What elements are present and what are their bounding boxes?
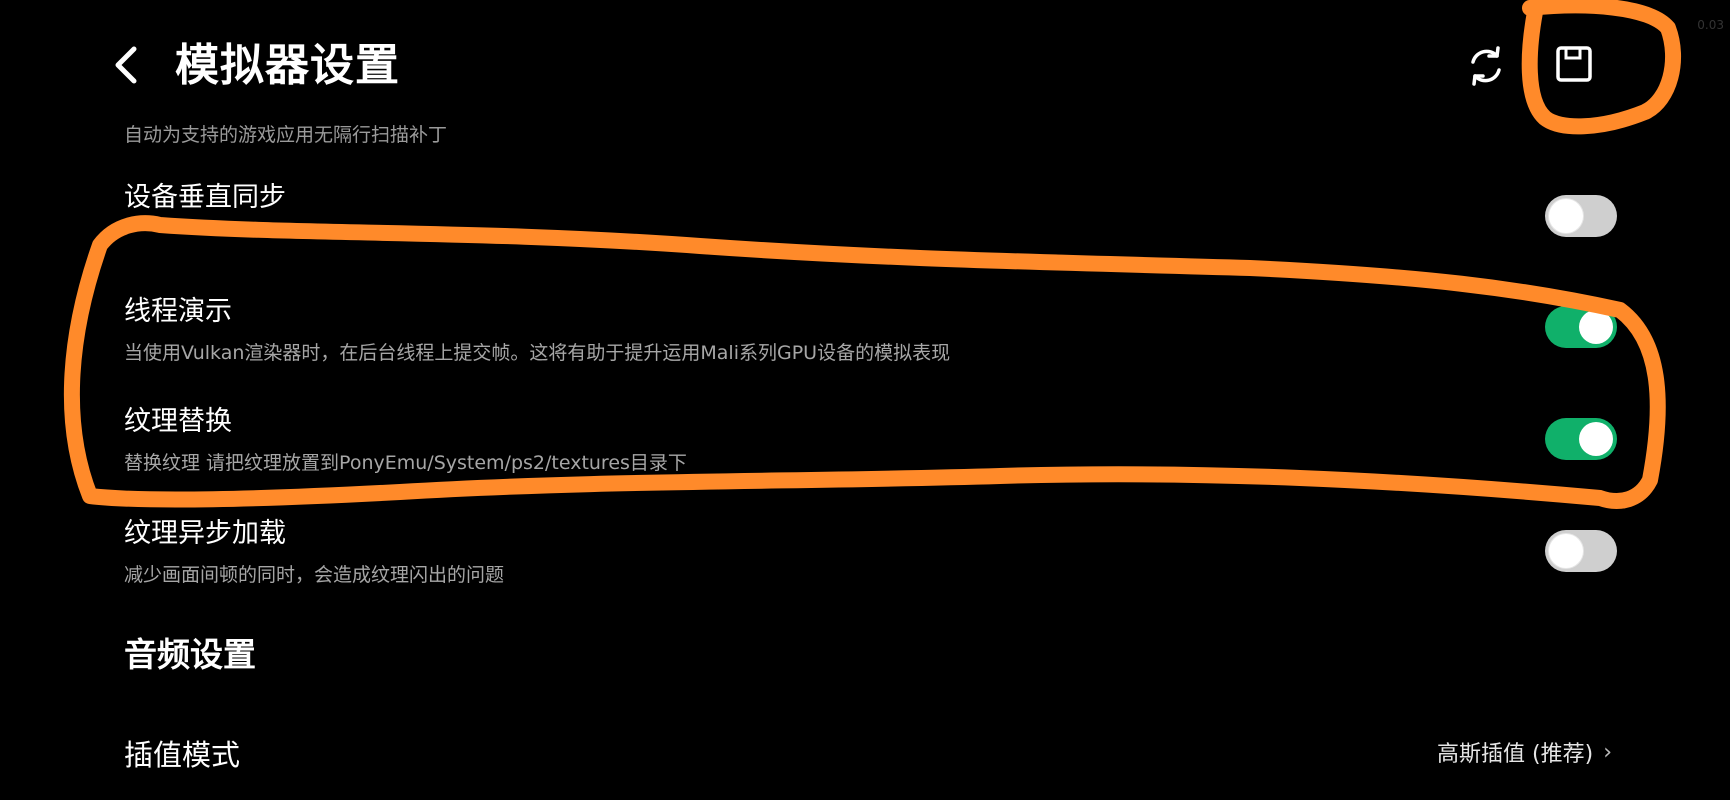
page-title: 模拟器设置 <box>175 40 400 91</box>
refresh-icon[interactable] <box>1462 42 1510 90</box>
vsync-toggle[interactable] <box>1545 195 1617 237</box>
audio-section-header: 音频设置 <box>124 635 256 674</box>
toggle-knob <box>1579 422 1613 456</box>
async-texture-loading-toggle[interactable] <box>1545 530 1617 572</box>
setting-desc-async-texture-loading: 减少画面间顿的同时，会造成纹理闪出的问题 <box>124 564 505 586</box>
save-icon[interactable] <box>1550 40 1598 88</box>
setting-title-threaded-presentation: 线程演示 <box>124 296 232 327</box>
setting-title-async-texture-loading: 纹理异步加载 <box>124 518 286 549</box>
texture-replacement-toggle[interactable] <box>1545 418 1617 460</box>
toggle-knob <box>1549 534 1583 568</box>
setting-desc-threaded-presentation: 当使用Vulkan渲染器时，在后台线程上提交帧。这将有助于提升运用Mali系列G… <box>124 342 951 364</box>
toggle-knob <box>1579 310 1613 344</box>
interpolation-mode-value: 高斯插值 (推荐) <box>1437 742 1594 767</box>
setting-title-texture-replacement: 纹理替换 <box>124 406 232 437</box>
setting-title-vsync: 设备垂直同步 <box>124 182 286 213</box>
setting-desc-texture-replacement: 替换纹理 请把纹理放置到PonyEmu/System/ps2/textures目… <box>124 452 687 474</box>
interpolation-mode-select[interactable]: 高斯插值 (推荐) › <box>1437 736 1612 768</box>
back-icon[interactable] <box>112 40 152 90</box>
toggle-knob <box>1549 199 1583 233</box>
interpolation-mode-label: 插值模式 <box>124 738 241 772</box>
threaded-presentation-toggle[interactable] <box>1545 306 1617 348</box>
partial-setting-description: 自动为支持的游戏应用无隔行扫描补丁 <box>124 124 448 146</box>
corner-version-text: 0.03 <box>1697 18 1724 32</box>
chevron-right-icon: › <box>1603 739 1612 765</box>
